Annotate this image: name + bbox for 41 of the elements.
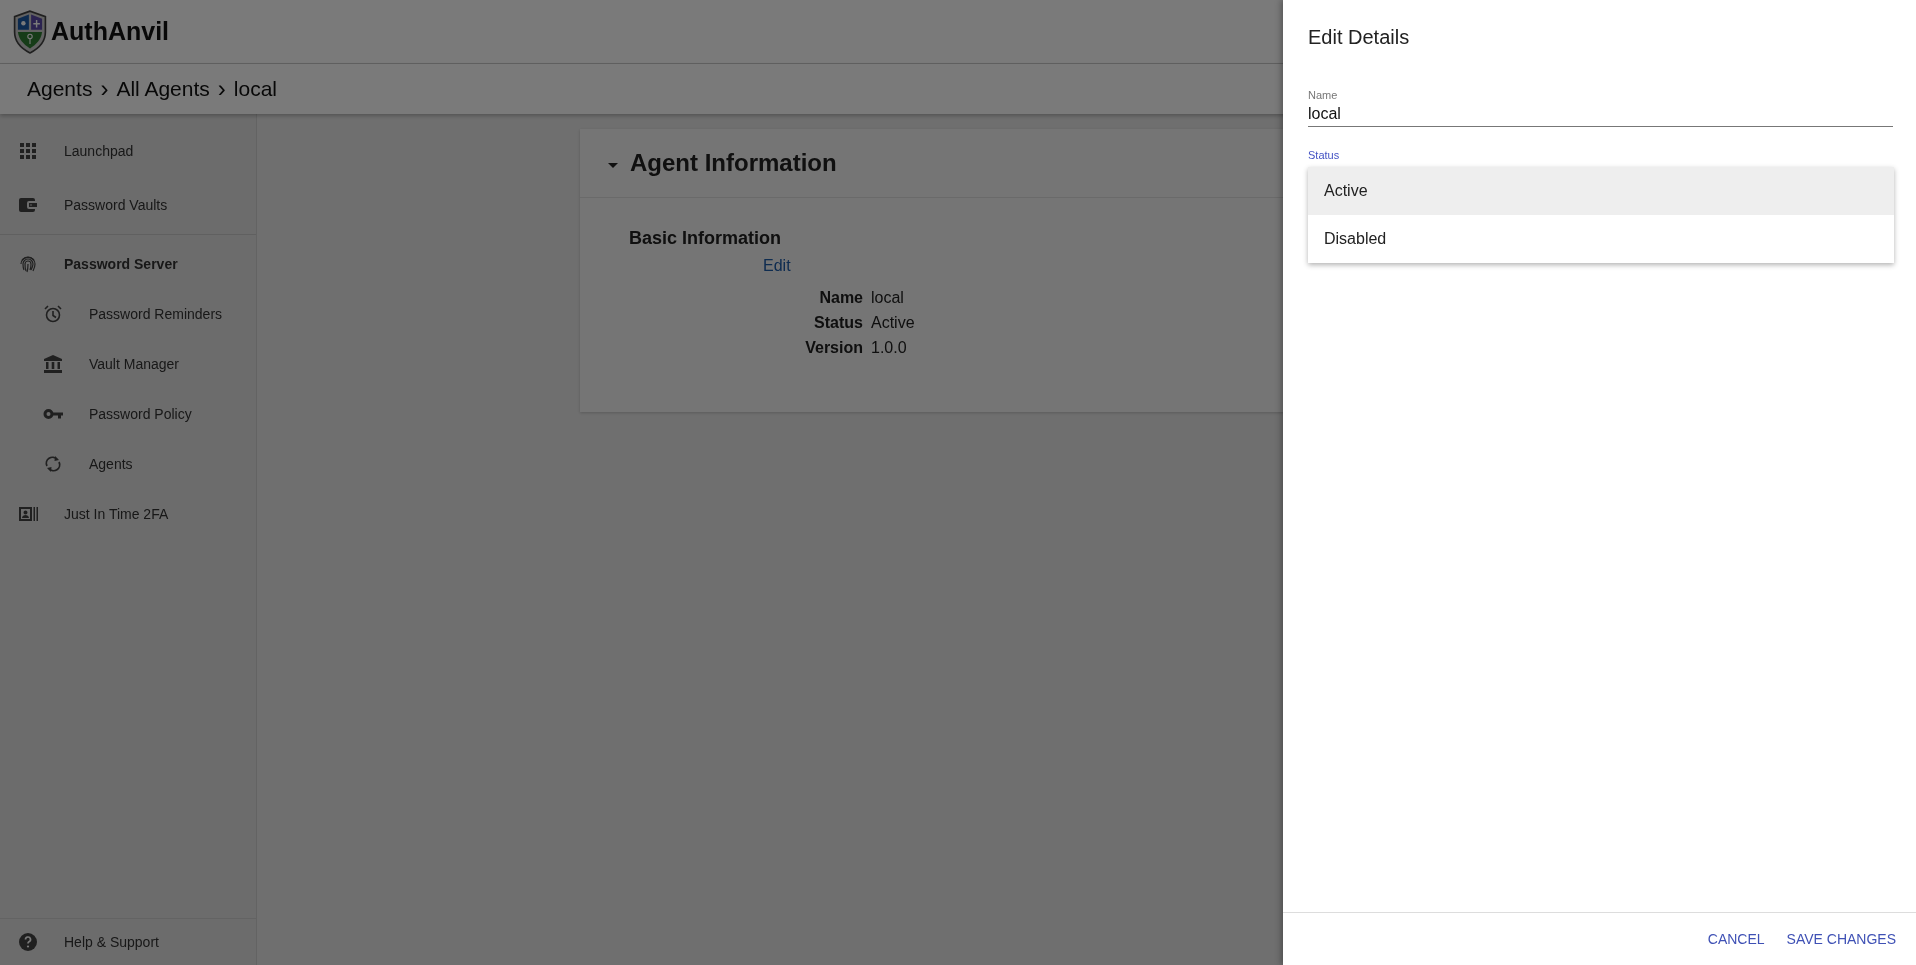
menu-option[interactable]: Active bbox=[1308, 167, 1894, 215]
shield-logo-icon bbox=[12, 9, 48, 54]
sidebar-item[interactable]: Password Policy bbox=[0, 389, 256, 439]
bank-icon bbox=[43, 354, 63, 374]
field-label: Status bbox=[814, 314, 863, 332]
field-label: Name bbox=[819, 289, 863, 307]
field-value: local bbox=[871, 289, 904, 307]
text-button[interactable]: CANCEL bbox=[1699, 925, 1773, 953]
name-field[interactable]: Name local bbox=[1308, 89, 1893, 127]
menu-option[interactable]: Disabled bbox=[1308, 215, 1894, 263]
sidebar-item[interactable]: Vault Manager bbox=[0, 339, 256, 389]
logo-text: AuthAnvil bbox=[51, 17, 170, 46]
edit-link[interactable]: Edit bbox=[763, 257, 791, 274]
chevron-icon: › bbox=[100, 77, 109, 101]
text-button[interactable]: SAVE CHANGES bbox=[1778, 925, 1904, 953]
drawer-title: Edit Details bbox=[1308, 26, 1411, 49]
help-icon bbox=[18, 932, 38, 952]
field-value: Active bbox=[871, 314, 915, 332]
sidebar-item[interactable]: Password Reminders bbox=[0, 289, 256, 339]
sidebar-item[interactable]: Password Server bbox=[0, 239, 256, 289]
sync-icon bbox=[43, 454, 63, 474]
status-label: Status bbox=[1308, 149, 1340, 161]
grid-icon bbox=[18, 141, 38, 161]
wallet-icon bbox=[18, 195, 38, 215]
sidebar-item[interactable]: Just In Time 2FA bbox=[0, 489, 256, 539]
breadcrumb-link[interactable]: local bbox=[233, 77, 277, 101]
help-link[interactable]: Help & Support bbox=[0, 919, 256, 965]
field-label: Version bbox=[805, 339, 863, 357]
chevron-icon: › bbox=[217, 77, 226, 101]
caret-icon[interactable] bbox=[608, 162, 618, 168]
id-card-icon bbox=[18, 504, 38, 524]
sidebar-item[interactable]: Password Vaults bbox=[0, 180, 256, 230]
sidebar-item[interactable]: Launchpad bbox=[0, 122, 256, 180]
alarm-clock-icon bbox=[43, 304, 63, 324]
breadcrumb-link[interactable]: Agents bbox=[27, 77, 93, 101]
fingerprint-icon bbox=[18, 254, 38, 274]
section-title: Basic Information bbox=[629, 228, 782, 249]
card-title: Agent Information bbox=[630, 149, 837, 177]
field-value: 1.0.0 bbox=[871, 339, 907, 357]
breadcrumb-link[interactable]: All Agents bbox=[116, 77, 210, 101]
sidebar-item[interactable]: Agents bbox=[0, 439, 256, 489]
